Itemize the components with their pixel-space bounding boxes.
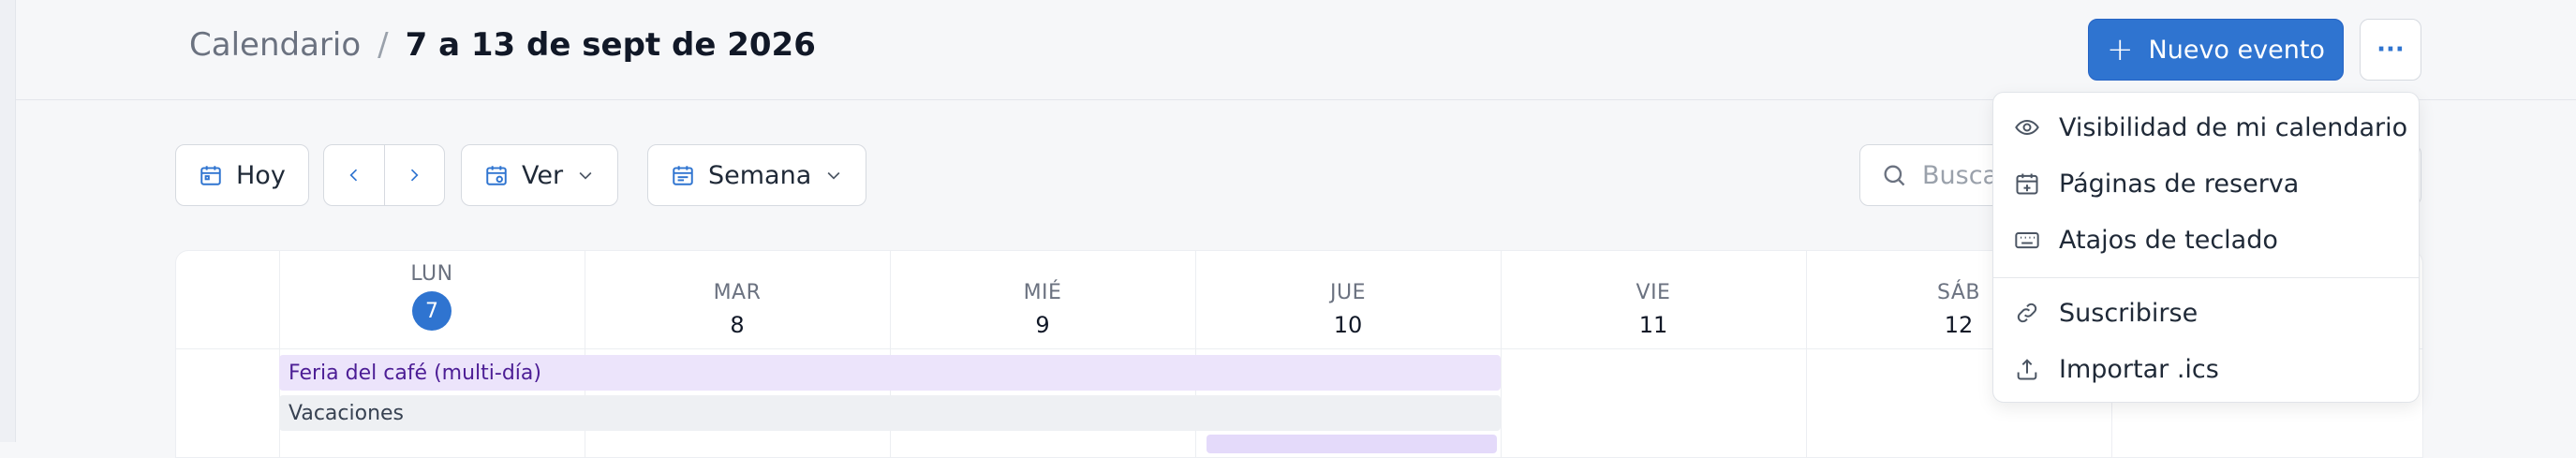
previous-week-button[interactable]	[324, 145, 384, 205]
day-header: JUE 10	[1195, 251, 1501, 348]
more-options-menu: Visibilidad de mi calendario Páginas de …	[1992, 92, 2420, 403]
chevron-right-icon	[405, 166, 423, 185]
day-number[interactable]: 8	[585, 312, 890, 338]
menu-item-booking-pages[interactable]: Páginas de reserva	[1993, 157, 2419, 210]
menu-item-label: Visibilidad de mi calendario	[2059, 112, 2408, 142]
calendar-week-icon	[671, 163, 695, 187]
day-header: MIÉ 9	[890, 251, 1195, 348]
keyboard-icon	[2014, 227, 2040, 253]
calendar-plus-icon	[2014, 170, 2040, 197]
time-gutter	[176, 251, 280, 457]
day-name: JUE	[1330, 281, 1366, 304]
breadcrumb: Calendario / 7 a 13 de sept de 2026	[189, 26, 816, 64]
calendar-settings-icon	[484, 163, 509, 187]
next-week-button[interactable]	[383, 145, 445, 205]
plus-icon: +	[2107, 31, 2134, 68]
day-header: VIE 11	[1501, 251, 1806, 348]
all-day-event[interactable]: Vacaciones	[279, 395, 1501, 431]
more-horizontal-icon: ···	[2376, 36, 2405, 64]
all-day-event[interactable]: Feria del café (multi-día)	[279, 355, 1501, 391]
menu-item-import-ics[interactable]: Importar .ics	[1993, 343, 2419, 395]
menu-item-label: Suscribirse	[2059, 298, 2198, 328]
menu-item-subscribe[interactable]: Suscribirse	[1993, 287, 2419, 339]
more-options-button[interactable]: ···	[2360, 19, 2421, 81]
new-event-button[interactable]: + Nuevo evento	[2088, 19, 2344, 81]
new-event-label: Nuevo evento	[2148, 35, 2325, 65]
menu-item-label: Importar .ics	[2059, 354, 2219, 384]
chevron-left-icon	[345, 166, 363, 185]
menu-item-keyboard-shortcuts[interactable]: Atajos de teclado	[1993, 214, 2419, 266]
page-title: 7 a 13 de sept de 2026	[405, 26, 816, 64]
day-column-fri[interactable]: VIE 11	[1501, 251, 1807, 457]
day-number[interactable]: 11	[1501, 312, 1806, 338]
day-header: LUN 7	[279, 251, 585, 348]
day-name: MAR	[713, 281, 762, 304]
eye-icon	[2014, 114, 2040, 140]
chevron-down-icon	[824, 166, 843, 185]
today-label: Hoy	[236, 160, 286, 190]
view-dropdown[interactable]: Ver	[461, 144, 619, 206]
day-name: MIÉ	[1023, 281, 1062, 304]
today-date-badge[interactable]: 7	[412, 291, 452, 331]
upload-icon	[2014, 356, 2040, 382]
week-nav-group	[323, 144, 445, 206]
range-dropdown[interactable]: Semana	[647, 144, 867, 206]
range-label: Semana	[708, 160, 812, 190]
day-number[interactable]: 9	[890, 312, 1195, 338]
today-button[interactable]: Hoy	[175, 144, 309, 206]
search-icon	[1881, 162, 1907, 188]
link-icon	[2014, 300, 2040, 326]
day-name: VIE	[1636, 281, 1671, 304]
view-label: Ver	[522, 160, 564, 190]
menu-item-label: Atajos de teclado	[2059, 225, 2278, 255]
chevron-down-icon	[576, 166, 595, 185]
day-name: LUN	[410, 262, 453, 286]
left-rail	[0, 0, 16, 442]
menu-item-calendar-visibility[interactable]: Visibilidad de mi calendario	[1993, 101, 2419, 154]
breadcrumb-calendar-link[interactable]: Calendario	[189, 26, 361, 64]
day-header: MAR 8	[585, 251, 890, 348]
day-number[interactable]: 10	[1195, 312, 1501, 338]
calendar-icon	[199, 163, 223, 187]
breadcrumb-separator: /	[378, 26, 389, 64]
menu-divider	[1993, 277, 2419, 278]
menu-item-label: Páginas de reserva	[2059, 169, 2300, 199]
timed-event[interactable]	[1207, 435, 1497, 453]
